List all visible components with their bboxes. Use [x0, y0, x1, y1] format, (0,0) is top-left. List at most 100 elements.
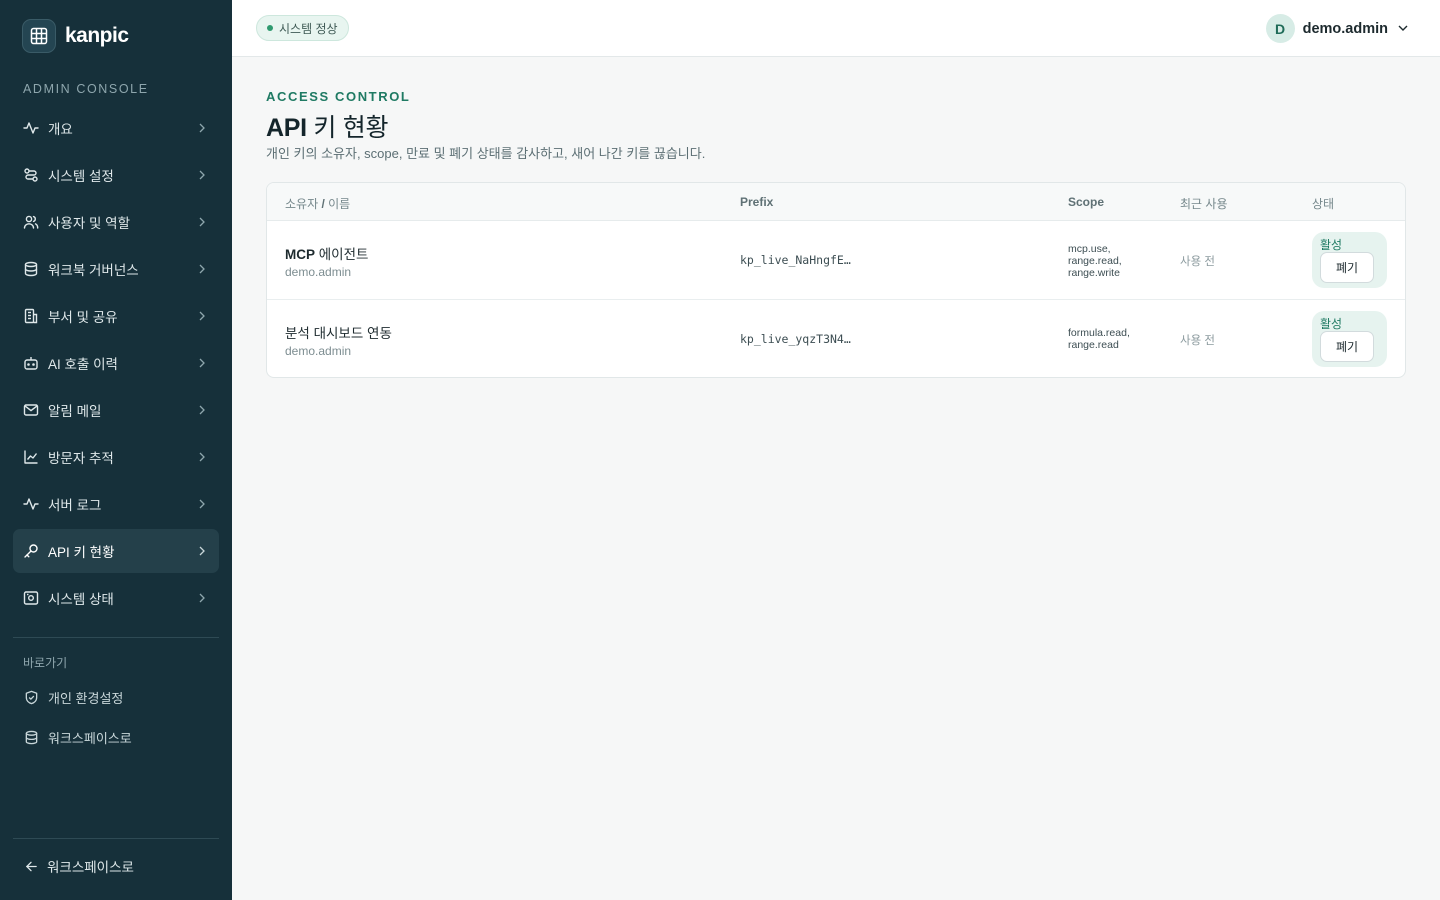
scope-item: range.write [1068, 267, 1120, 279]
key-last-used: 사용 전 [1180, 256, 1215, 268]
mail-icon [23, 402, 39, 418]
key-name-bold: MCP [285, 247, 315, 262]
section-label: ADMIN CONSOLE [23, 82, 149, 96]
sidebar-divider [13, 637, 219, 638]
sidebar-item-label: 개요 [48, 122, 73, 137]
scope-item: range.read, [1068, 255, 1122, 267]
sidebar-item-label: 방문자 추적 [48, 451, 114, 466]
brand-name: kanpic [65, 24, 129, 47]
line-chart-icon [23, 449, 39, 465]
database-icon [23, 730, 39, 746]
sidebar-item-label: AI 호출 이력 [48, 357, 118, 372]
key-prefix: kp_live_yqzT3N4… [740, 332, 851, 346]
owner-cell: MCP 에이전트 demo.admin [285, 243, 368, 279]
user-menu[interactable]: D demo.admin [1265, 14, 1408, 43]
sidebar-item-system-settings[interactable]: 시스템 설정 [13, 153, 219, 197]
scope-item: formula.read, [1068, 327, 1130, 339]
server-icon [23, 590, 39, 606]
key-scope: formula.read, range.read [1068, 327, 1130, 351]
sidebar: kanpic ADMIN CONSOLE 개요 시스템 설정 사용자 및 역할 [0, 0, 232, 900]
chevron-right-icon [197, 499, 207, 509]
prefix-header-label: Prefix [740, 195, 774, 209]
sidebar-item-overview[interactable]: 개요 [13, 106, 219, 150]
chevron-right-icon [197, 452, 207, 462]
chevron-right-icon [197, 593, 207, 603]
grid-icon [22, 19, 56, 53]
key-last-used: 사용 전 [1180, 335, 1215, 347]
sidebar-item-label: 시스템 상태 [48, 592, 114, 607]
key-name: 분석 대시보드 연동 [285, 322, 392, 342]
scope-item: range.read [1068, 339, 1119, 351]
column-header-owner: 소유자 / 이름 [285, 195, 350, 212]
database-icon [23, 261, 39, 277]
status-dot-icon [267, 25, 273, 31]
sidebar-item-users-roles[interactable]: 사용자 및 역할 [13, 200, 219, 244]
sidebar-item-label: 워크북 거버넌스 [48, 263, 139, 278]
page-eyebrow: ACCESS CONTROL [266, 89, 411, 104]
arrow-left-icon [23, 858, 39, 874]
key-status-cell: 활성 폐기 [1312, 311, 1387, 367]
chevron-down-icon [1398, 24, 1408, 34]
sidebar-item-visitor-tracking[interactable]: 방문자 추적 [13, 435, 219, 479]
column-header-prefix: Prefix [740, 195, 773, 209]
shortcut-label: 개인 환경설정 [48, 691, 124, 706]
key-owner: demo.admin [285, 344, 352, 358]
sidebar-item-label: 알림 메일 [48, 404, 102, 419]
brand[interactable]: kanpic [22, 19, 129, 53]
shortcut-workspace[interactable]: 워크스페이스로 [23, 728, 132, 747]
key-prefix: kp_live_NaHngfE… [740, 253, 851, 267]
revoke-button[interactable]: 폐기 [1320, 252, 1374, 283]
sidebar-item-label: API 키 현황 [48, 545, 115, 560]
sidebar-item-label: 부서 및 공유 [48, 310, 118, 325]
shield-icon [23, 690, 39, 706]
column-header-last-used: 최근 사용 [1180, 197, 1228, 211]
sidebar-item-departments-sharing[interactable]: 부서 및 공유 [13, 294, 219, 338]
revoke-button[interactable]: 폐기 [1320, 331, 1374, 362]
page-title-bold: API [266, 114, 307, 142]
key-scope: mcp.use, range.read, range.write [1068, 243, 1122, 279]
sidebar-item-api-keys[interactable]: API 키 현황 [13, 529, 219, 573]
sidebar-item-workbook-governance[interactable]: 워크북 거버넌스 [13, 247, 219, 291]
chevron-right-icon [197, 311, 207, 321]
chevron-right-icon [197, 217, 207, 227]
sidebar-item-label: 서버 로그 [48, 498, 102, 513]
table-row: MCP 에이전트 demo.admin kp_live_NaHngfE… mcp… [267, 221, 1405, 300]
api-keys-table: 소유자 / 이름 Prefix Scope 최근 사용 상태 MCP 에이전트 … [266, 182, 1406, 378]
activity-icon [23, 496, 39, 512]
status-text: 시스템 정상 [279, 21, 338, 36]
chevron-right-icon [197, 405, 207, 415]
topbar: 시스템 정상 D demo.admin [232, 0, 1440, 57]
back-to-workspace-link[interactable]: 워크스페이스로 [23, 856, 134, 876]
key-name-rest: 에이전트 [315, 247, 369, 262]
system-status-badge: 시스템 정상 [256, 15, 349, 41]
bot-icon [23, 355, 39, 371]
table-header: 소유자 / 이름 Prefix Scope 최근 사용 상태 [267, 183, 1405, 221]
key-status-cell: 활성 폐기 [1312, 232, 1387, 288]
sidebar-item-alert-mail[interactable]: 알림 메일 [13, 388, 219, 432]
scope-item: mcp.use, [1068, 243, 1111, 255]
page-title: API 키 현황 [266, 108, 388, 144]
column-header-status: 상태 [1312, 197, 1335, 211]
route-icon [23, 167, 39, 183]
sidebar-item-label: 시스템 설정 [48, 169, 114, 184]
status-badge: 활성 [1320, 317, 1343, 331]
key-owner: demo.admin [285, 265, 352, 279]
sidebar-item-ai-call-history[interactable]: AI 호출 이력 [13, 341, 219, 385]
user-name: demo.admin [1302, 20, 1388, 37]
building-icon [23, 308, 39, 324]
users-icon [23, 214, 39, 230]
shortcut-label: 워크스페이스로 [48, 731, 132, 746]
sidebar-divider [13, 838, 219, 839]
page-description: 개인 키의 소유자, scope, 만료 및 폐기 상태를 감사하고, 새어 나… [266, 146, 706, 161]
shortcuts-label: 바로가기 [23, 656, 68, 670]
sidebar-item-system-status[interactable]: 시스템 상태 [13, 576, 219, 620]
chevron-right-icon [197, 123, 207, 133]
name-header-part: 이름 [324, 197, 351, 211]
owner-cell: 분석 대시보드 연동 demo.admin [285, 322, 392, 358]
sidebar-item-server-logs[interactable]: 서버 로그 [13, 482, 219, 526]
key-icon [23, 543, 39, 559]
chevron-right-icon [197, 264, 207, 274]
chevron-right-icon [197, 546, 207, 556]
chevron-right-icon [197, 358, 207, 368]
shortcut-personal-settings[interactable]: 개인 환경설정 [23, 688, 123, 707]
